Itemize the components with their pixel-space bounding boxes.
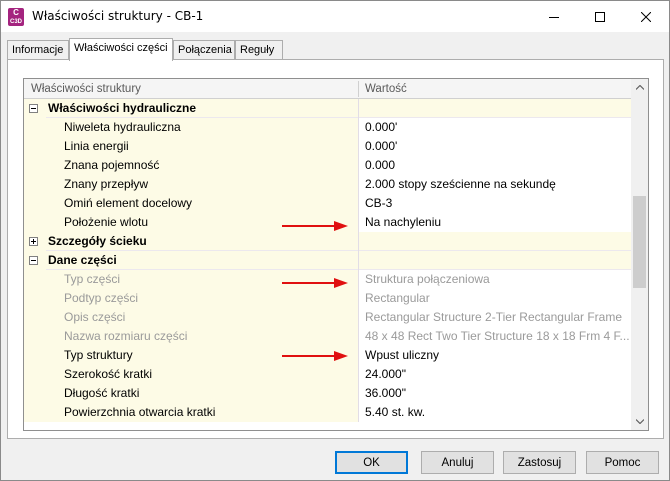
property-value[interactable]: 36.000" [358,384,631,403]
tab-panel: Właściwości struktury Wartość Właściwośc… [7,59,664,439]
tab-wlasciwosci-czesci[interactable]: Właściwości części [69,38,173,61]
property-name: Podtyp części [46,289,358,308]
properties-dialog: C C3D Właściwości struktury - CB-1 Infor… [0,0,670,481]
property-value[interactable]: 0.000' [358,137,631,156]
property-row[interactable]: Omiń element docelowy CB-3 [24,194,631,213]
row-gutter [24,365,46,384]
group-value [358,232,631,251]
property-row[interactable]: Znany przepływ 2.000 stopy sześcienne na… [24,175,631,194]
row-gutter [24,194,46,213]
tab-reguly[interactable]: Reguły [235,40,283,60]
property-row[interactable]: Szerokość kratki 24.000" [24,365,631,384]
property-name: Nazwa rozmiaru części [46,327,358,346]
row-gutter [24,384,46,403]
property-name: Linia energii [46,137,358,156]
property-name: Omiń element docelowy [46,194,358,213]
property-value: Rectangular [358,289,631,308]
group-name: Właściwości hydrauliczne [48,101,197,115]
row-gutter [24,99,46,118]
row-gutter [24,346,46,365]
red-arrow-icon [282,278,348,288]
row-gutter [24,156,46,175]
property-value: Struktura połączeniowa [358,270,631,289]
help-button[interactable]: Pomoc [586,451,659,474]
minimize-icon [549,16,559,18]
property-row[interactable]: Znana pojemność 0.000 [24,156,631,175]
property-row: Nazwa rozmiaru części 48 x 48 Rect Two T… [24,327,631,346]
row-gutter [24,251,46,270]
scroll-up-button[interactable] [631,79,648,96]
group-row-hydraulic[interactable]: Właściwości hydrauliczne [24,99,631,118]
group-row-gutter-details[interactable]: Szczegóły ścieku [24,232,631,251]
expand-icon[interactable] [29,237,38,246]
scroll-thumb[interactable] [633,196,646,288]
property-name: Znana pojemność [46,156,358,175]
property-row[interactable]: Niweleta hydrauliczna 0.000' [24,118,631,137]
close-button[interactable] [623,1,669,32]
group-name: Dane części [48,253,117,267]
minimize-button[interactable] [531,1,577,32]
property-value: 48 x 48 Rect Two Tier Structure 18 x 18 … [358,327,631,346]
row-gutter [24,118,46,137]
property-value: Rectangular Structure 2-Tier Rectangular… [358,308,631,327]
group-row-part-data[interactable]: Dane części [24,251,631,270]
grid-rows: Właściwości hydrauliczne Niweleta hydrau… [24,99,631,422]
property-row: Opis części Rectangular Structure 2-Tier… [24,308,631,327]
property-value[interactable]: 2.000 stopy sześcienne na sekundę [358,175,631,194]
civil3d-app-icon: C C3D [8,8,24,26]
window-title: Właściwości struktury - CB-1 [32,9,204,23]
red-arrow-icon [282,351,348,361]
property-name: Niweleta hydrauliczna [46,118,358,137]
property-name: Długość kratki [46,384,358,403]
row-gutter [24,270,46,289]
properties-grid: Właściwości struktury Wartość Właściwośc… [23,78,649,431]
property-value[interactable]: 0.000 [358,156,631,175]
row-gutter [24,232,46,251]
vertical-scrollbar[interactable] [631,79,648,430]
property-row[interactable]: Powierzchnia otwarcia kratki 5.40 st. kw… [24,403,631,422]
property-name: Znany przepływ [46,175,358,194]
maximize-button[interactable] [577,1,623,32]
collapse-icon[interactable] [29,104,38,113]
column-header-property[interactable]: Właściwości struktury [24,79,358,99]
group-value [358,251,631,270]
row-gutter [24,308,46,327]
row-gutter [24,175,46,194]
row-gutter [24,213,46,232]
close-icon [641,11,651,22]
apply-button[interactable]: Zastosuj [503,451,576,474]
property-value[interactable]: 5.40 st. kw. [358,403,631,422]
property-value[interactable]: 24.000" [358,365,631,384]
property-name: Szerokość kratki [46,365,358,384]
property-row[interactable]: Długość kratki 36.000" [24,384,631,403]
tab-informacje[interactable]: Informacje [7,40,69,60]
red-arrow-icon [282,221,348,231]
maximize-icon [595,11,605,22]
grid-header: Właściwości struktury Wartość [24,79,631,99]
tab-polaczenia[interactable]: Połączenia [173,40,235,60]
group-name: Szczegóły ścieku [48,234,147,248]
property-value[interactable]: Na nachyleniu [358,213,631,232]
row-gutter [24,137,46,156]
row-gutter [24,327,46,346]
property-value[interactable]: Wpust uliczny [358,346,631,365]
property-value[interactable]: 0.000' [358,118,631,137]
column-header-value[interactable]: Wartość [358,79,631,99]
property-value[interactable]: CB-3 [358,194,631,213]
row-gutter [24,403,46,422]
chevron-up-icon [635,85,644,90]
cancel-button[interactable]: Anuluj [421,451,494,474]
scroll-down-button[interactable] [631,413,648,430]
property-row[interactable]: Linia energii 0.000' [24,137,631,156]
property-name: Powierzchnia otwarcia kratki [46,403,358,422]
chevron-down-icon [635,419,644,424]
property-name: Opis części [46,308,358,327]
row-gutter [24,289,46,308]
group-value [358,99,631,118]
title-bar: C C3D Właściwości struktury - CB-1 [1,1,669,32]
property-row: Podtyp części Rectangular [24,289,631,308]
collapse-icon[interactable] [29,256,38,265]
ok-button[interactable]: OK [335,451,408,474]
